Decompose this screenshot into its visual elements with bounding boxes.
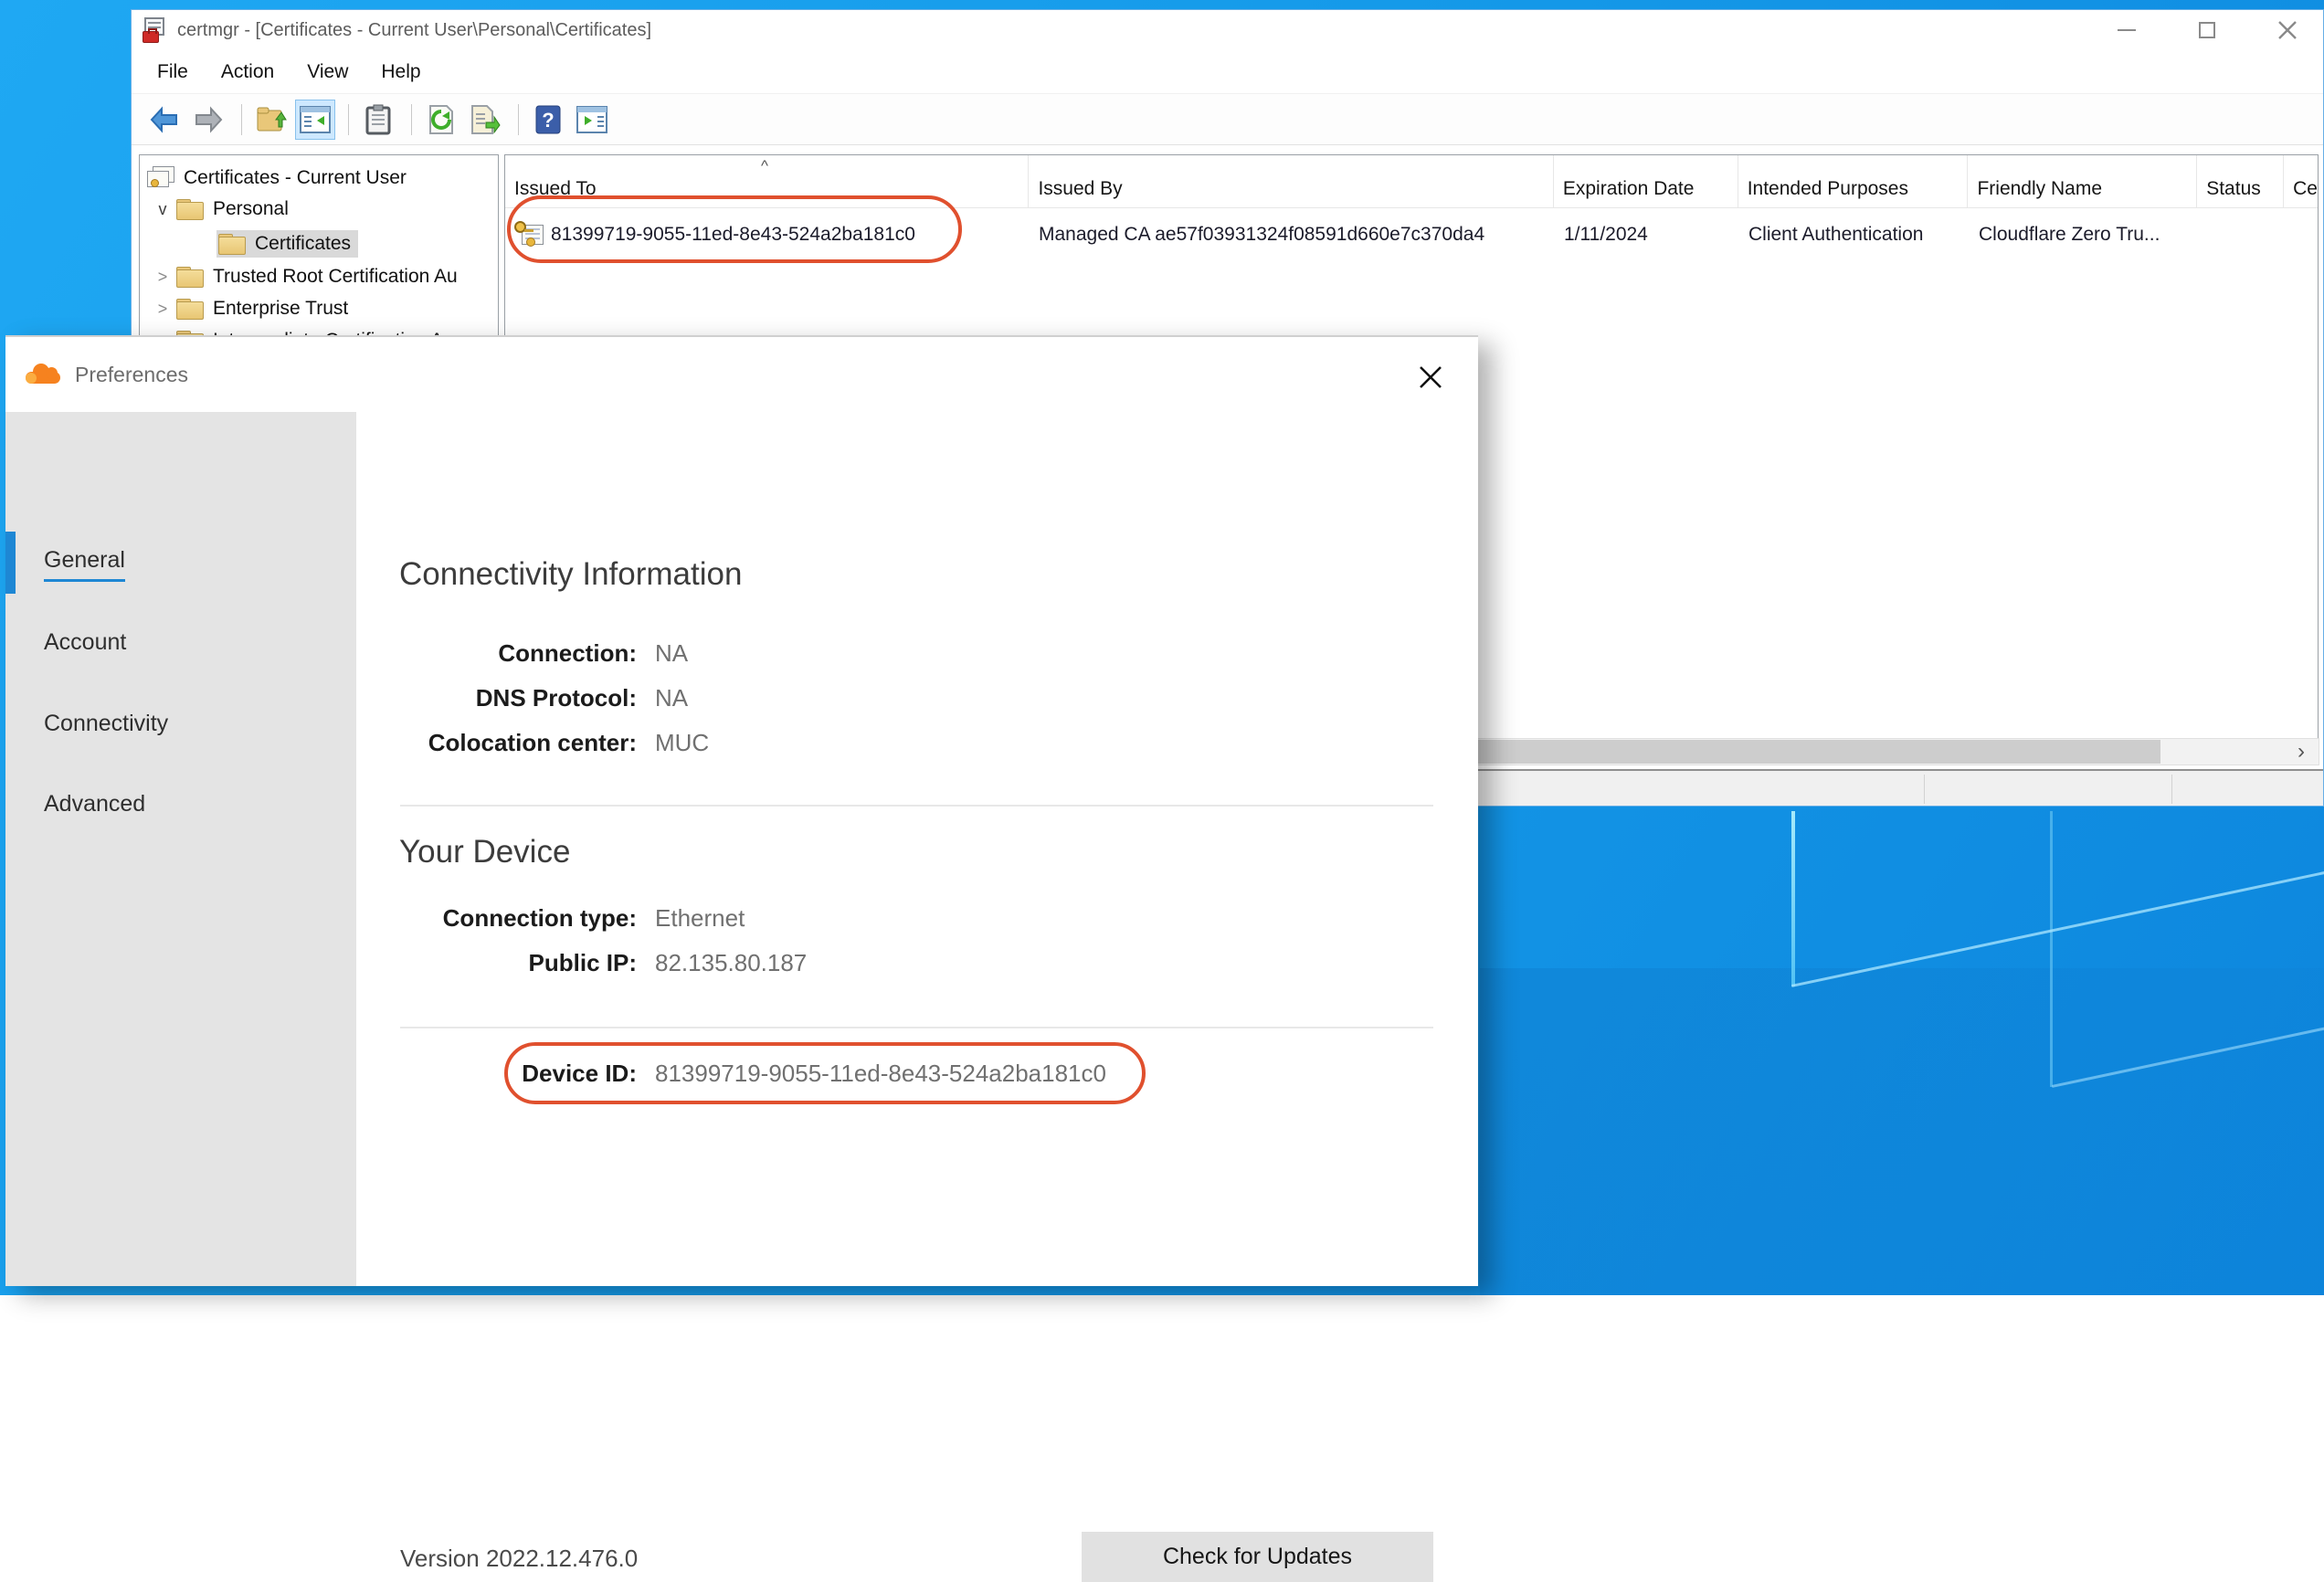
help-icon: ? (535, 105, 561, 134)
refresh-button[interactable] (421, 100, 461, 140)
show-console-tree-button[interactable] (295, 100, 335, 140)
column-header-issued-to[interactable]: Issued To (505, 155, 1029, 207)
nav-item-connectivity[interactable]: Connectivity (44, 711, 168, 737)
chevron-collapsed-icon[interactable]: > (153, 300, 173, 319)
column-header-intended-purposes[interactable]: Intended Purposes (1738, 155, 1969, 207)
forward-arrow-icon (193, 106, 224, 133)
preferences-content: Connectivity Information Connection: NA … (356, 412, 1478, 1286)
nav-item-general[interactable]: General (44, 547, 125, 574)
connectivity-info-rows: Connection: NA DNS Protocol: NA Colocati… (356, 631, 1478, 765)
version-text: Version 2022.12.476.0 (400, 1545, 638, 1573)
column-header-certificate-template[interactable]: Ce (2284, 155, 2318, 207)
up-one-level-button[interactable] (251, 100, 291, 140)
preferences-dialog: Preferences General Account Connectivity… (5, 335, 1478, 1286)
cell-issued-to: 81399719-9055-11ed-8e43-524a2ba181c0 (551, 224, 915, 246)
certificate-with-key-icon (514, 221, 545, 248)
menu-file[interactable]: File (144, 56, 201, 89)
back-button[interactable] (144, 100, 185, 140)
preferences-titlebar[interactable]: Preferences (5, 337, 1478, 412)
action-pane-button[interactable] (572, 100, 612, 140)
toolbar: ? (132, 94, 2323, 145)
back-arrow-icon (149, 106, 180, 133)
cell-friendly-name: Cloudflare Zero Tru... (1970, 224, 2199, 246)
console-tree-icon (299, 105, 332, 134)
preferences-sidebar: General Account Connectivity Advanced (5, 412, 356, 1286)
scroll-right-icon[interactable]: › (2287, 739, 2315, 765)
export-icon (470, 104, 501, 135)
cell-issued-by: Managed CA ae57f03931324f08591d660e7c370… (1030, 224, 1555, 246)
wallpaper-pane-edge (1791, 811, 1795, 986)
svg-text:?: ? (542, 109, 554, 132)
preferences-close-button[interactable] (1414, 361, 1447, 394)
chevron-expanded-icon[interactable]: v (153, 200, 173, 219)
tree-root-certificates-current-user[interactable]: Certificates - Current User (147, 166, 407, 190)
preferences-title: Preferences (75, 363, 188, 387)
colocation-center-row: Colocation center: MUC (356, 721, 1478, 765)
device-id-rows: Device ID: 81399719-9055-11ed-8e43-524a2… (356, 1051, 1478, 1096)
device-info-rows: Connection type: Ethernet Public IP: 82.… (356, 896, 1478, 986)
section-divider (400, 805, 1433, 807)
device-id-row: Device ID: 81399719-9055-11ed-8e43-524a2… (356, 1051, 1478, 1096)
connection-type-row: Connection type: Ethernet (356, 896, 1478, 941)
cell-intended-purposes: Client Authentication (1739, 224, 1970, 246)
tree-item-enterprise-trust[interactable]: > Enterprise Trust (153, 298, 348, 320)
refresh-icon (427, 104, 456, 135)
tree-item-personal[interactable]: v Personal (153, 198, 289, 220)
folder-icon (176, 267, 204, 287)
action-pane-icon (576, 105, 608, 134)
section-divider (400, 1027, 1433, 1028)
window-title: certmgr - [Certificates - Current User\P… (177, 20, 651, 41)
column-header-friendly-name[interactable]: Friendly Name (1968, 155, 2197, 207)
public-ip-row: Public IP: 82.135.80.187 (356, 941, 1478, 986)
nav-item-advanced[interactable]: Advanced (44, 791, 145, 817)
menubar: File Action View Help (132, 50, 2323, 94)
close-icon (2277, 20, 2298, 40)
help-button[interactable]: ? (528, 100, 568, 140)
certmgr-titlebar[interactable]: certmgr - [Certificates - Current User\P… (132, 10, 2323, 50)
check-for-updates-button[interactable]: Check for Updates (1082, 1532, 1433, 1582)
active-nav-indicator (5, 532, 16, 594)
wallpaper-pane-edge (2050, 811, 2053, 1087)
nav-item-account[interactable]: Account (44, 629, 126, 656)
certmgr-app-icon (143, 17, 168, 43)
dns-protocol-row: DNS Protocol: NA (356, 676, 1478, 721)
maximize-button[interactable] (2193, 16, 2221, 44)
tree-item-trusted-root[interactable]: > Trusted Root Certification Au (153, 266, 458, 288)
connection-row: Connection: NA (356, 631, 1478, 676)
menu-view[interactable]: View (294, 56, 361, 89)
export-list-button[interactable] (465, 100, 505, 140)
chevron-collapsed-icon[interactable]: > (153, 268, 173, 287)
column-header-issued-by[interactable]: Issued By (1029, 155, 1553, 207)
forward-button[interactable] (188, 100, 228, 140)
column-header-expiration-date[interactable]: Expiration Date (1554, 155, 1738, 207)
connectivity-information-heading: Connectivity Information (399, 556, 742, 593)
copy-button[interactable] (358, 100, 398, 140)
certificate-row[interactable]: 81399719-9055-11ed-8e43-524a2ba181c0 Man… (505, 214, 2318, 256)
folder-icon (176, 199, 204, 219)
wallpaper-shade (1480, 968, 2324, 1295)
minimize-button[interactable] (2113, 16, 2140, 44)
cell-expiration-date: 1/11/2024 (1555, 224, 1739, 246)
certificates-store-icon (147, 166, 176, 190)
column-header-status[interactable]: Status (2197, 155, 2284, 207)
folder-icon (176, 299, 204, 319)
list-header-row: ^ Issued To Issued By Expiration Date In… (505, 155, 2318, 208)
clipboard-icon (364, 104, 392, 135)
folder-icon (218, 234, 246, 254)
tree-item-certificates-selected[interactable]: Certificates (217, 230, 358, 258)
cloudflare-logo-icon (26, 364, 62, 385)
close-icon (1417, 364, 1444, 391)
your-device-heading: Your Device (399, 834, 570, 870)
menu-help[interactable]: Help (368, 56, 433, 89)
folder-up-icon (256, 105, 287, 134)
close-button[interactable] (2274, 16, 2301, 44)
menu-action[interactable]: Action (208, 56, 287, 89)
